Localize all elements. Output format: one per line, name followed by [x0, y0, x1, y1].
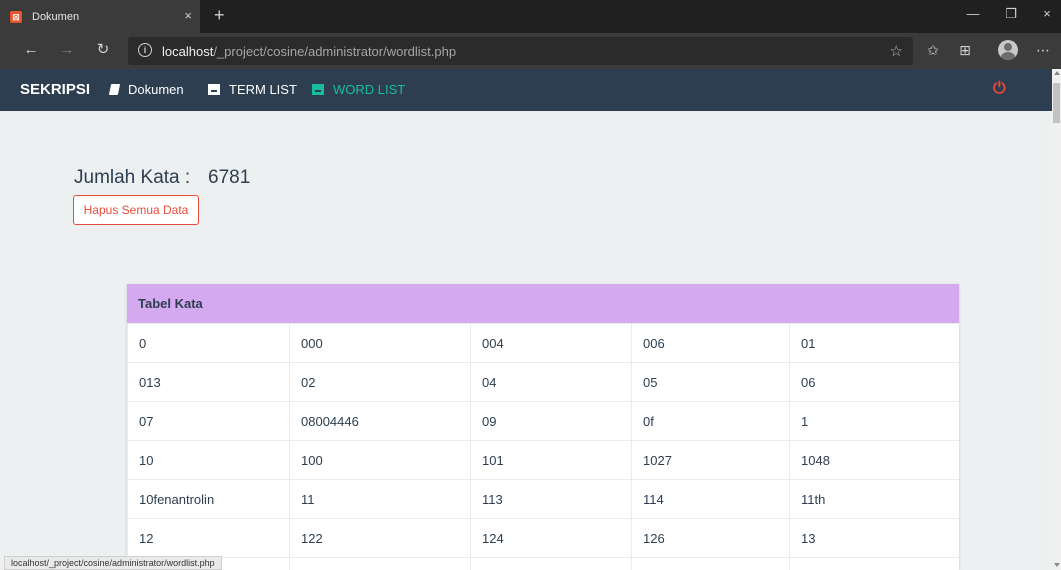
close-window-icon[interactable]: ×	[1040, 7, 1054, 21]
table-cell: 07	[127, 401, 290, 441]
table-row: 013 02 04 05 06	[127, 362, 959, 402]
browser-tab[interactable]: ⊠ Dokumen ×	[0, 0, 200, 33]
table-cell: 05	[631, 362, 790, 402]
favorites-list-icon[interactable]: ✩	[924, 42, 942, 58]
word-count-value: 6781	[208, 167, 251, 188]
xampp-icon: ⊠	[10, 10, 22, 23]
panel-title: Tabel Kata	[127, 284, 959, 323]
minimize-icon[interactable]: —	[966, 7, 980, 21]
table-row: 10 100 101 1027 1048	[127, 440, 959, 480]
table-cell: 13	[789, 518, 959, 558]
table-cell: 000	[289, 323, 471, 363]
scroll-up-icon[interactable]	[1054, 71, 1060, 75]
word-table-panel: Tabel Kata 0 000 004 006 01 013 02 04 05 06 07 0800…	[127, 284, 959, 570]
app-navbar: SEKRIPSI Dokumen TERM LIST WORD LIST ⏻	[0, 69, 1052, 111]
table-cell	[631, 557, 790, 570]
profile-avatar-icon[interactable]	[998, 40, 1018, 60]
url-text: localhost/_project/cosine/administrator/…	[162, 44, 456, 59]
table-row: 12 122 124 126 13	[127, 518, 959, 558]
close-tab-icon[interactable]: ×	[184, 9, 192, 23]
archive-icon	[208, 84, 220, 95]
nav-item-term-list[interactable]: TERM LIST	[208, 82, 297, 97]
restore-icon[interactable]: ❐	[1004, 7, 1018, 21]
table-cell: 10fenantrolin	[127, 479, 290, 519]
refresh-icon[interactable]: ↻	[94, 41, 112, 59]
favorite-star-icon[interactable]: ☆	[890, 42, 903, 60]
table-cell: 122	[289, 518, 471, 558]
forward-icon[interactable]: →	[58, 41, 76, 59]
book-icon	[108, 84, 121, 95]
table-row: 0 000 004 006 01	[127, 323, 959, 363]
table-cell: 01	[789, 323, 959, 363]
table-row: 10fenantrolin 11 113 114 11th	[127, 479, 959, 519]
url-field[interactable]: i localhost/_project/cosine/administrato…	[128, 37, 913, 65]
delete-all-button[interactable]: Hapus Semua Data	[73, 195, 199, 225]
table-cell: 006	[631, 323, 790, 363]
power-icon[interactable]: ⏻	[993, 81, 1006, 97]
nav-item-word-list[interactable]: WORD LIST	[312, 82, 405, 97]
more-options-icon[interactable]: ⋯	[1034, 42, 1052, 58]
table-cell: 12	[127, 518, 290, 558]
scroll-down-icon[interactable]	[1054, 563, 1060, 567]
nav-item-label: Dokumen	[128, 82, 184, 97]
archive-icon	[312, 84, 324, 95]
table-cell	[289, 557, 471, 570]
nav-item-label: TERM LIST	[229, 82, 297, 97]
table-cell: 126	[631, 518, 790, 558]
table-row: 07 08004446 09 0f 1	[127, 401, 959, 441]
table-cell	[789, 557, 959, 570]
table-cell: 1	[789, 401, 959, 441]
nav-item-label: WORD LIST	[333, 82, 406, 97]
scroll-thumb[interactable]	[1053, 83, 1060, 123]
table-cell: 08004446	[289, 401, 471, 441]
table-cell: 124	[470, 518, 632, 558]
table-cell: 0	[127, 323, 290, 363]
table-cell: 013	[127, 362, 290, 402]
word-table: 0 000 004 006 01 013 02 04 05 06 07 08004446 09 0f 1 10…	[127, 323, 959, 570]
table-cell: 04	[470, 362, 632, 402]
table-cell: 09	[470, 401, 632, 441]
word-count-label: Jumlah Kata :	[74, 167, 191, 188]
back-icon[interactable]: ←	[22, 41, 40, 59]
table-cell: 113	[470, 479, 632, 519]
tab-title: Dokumen	[32, 10, 80, 23]
table-cell: 1048	[789, 440, 959, 480]
table-cell: 004	[470, 323, 632, 363]
new-tab-icon[interactable]: +	[214, 6, 225, 24]
table-cell: 11th	[789, 479, 959, 519]
table-cell: 02	[289, 362, 471, 402]
table-cell	[470, 557, 632, 570]
url-path: /_project/cosine/administrator/wordlist.…	[213, 44, 457, 59]
table-cell: 06	[789, 362, 959, 402]
status-bar-url: localhost/_project/cosine/administrator/…	[4, 556, 222, 570]
table-row	[127, 557, 959, 570]
table-cell: 11	[289, 479, 471, 519]
table-cell: 101	[470, 440, 632, 480]
table-cell: 1027	[631, 440, 790, 480]
url-host: localhost	[162, 44, 214, 59]
table-cell: 100	[289, 440, 471, 480]
page-scrollbar[interactable]	[1052, 69, 1061, 570]
address-bar-row: ← → ↻ i localhost/_project/cosine/admini…	[0, 33, 1061, 69]
info-icon[interactable]: i	[138, 43, 152, 57]
table-cell: 114	[631, 479, 790, 519]
nav-item-dokumen[interactable]: Dokumen	[108, 82, 184, 97]
collections-icon[interactable]: ⊞	[956, 42, 974, 58]
table-cell: 0f	[631, 401, 790, 441]
brand-logo[interactable]: SEKRIPSI	[20, 81, 90, 98]
browser-tab-bar: ⊠ Dokumen × + — ❐ ×	[0, 0, 1061, 33]
table-cell: 10	[127, 440, 290, 480]
